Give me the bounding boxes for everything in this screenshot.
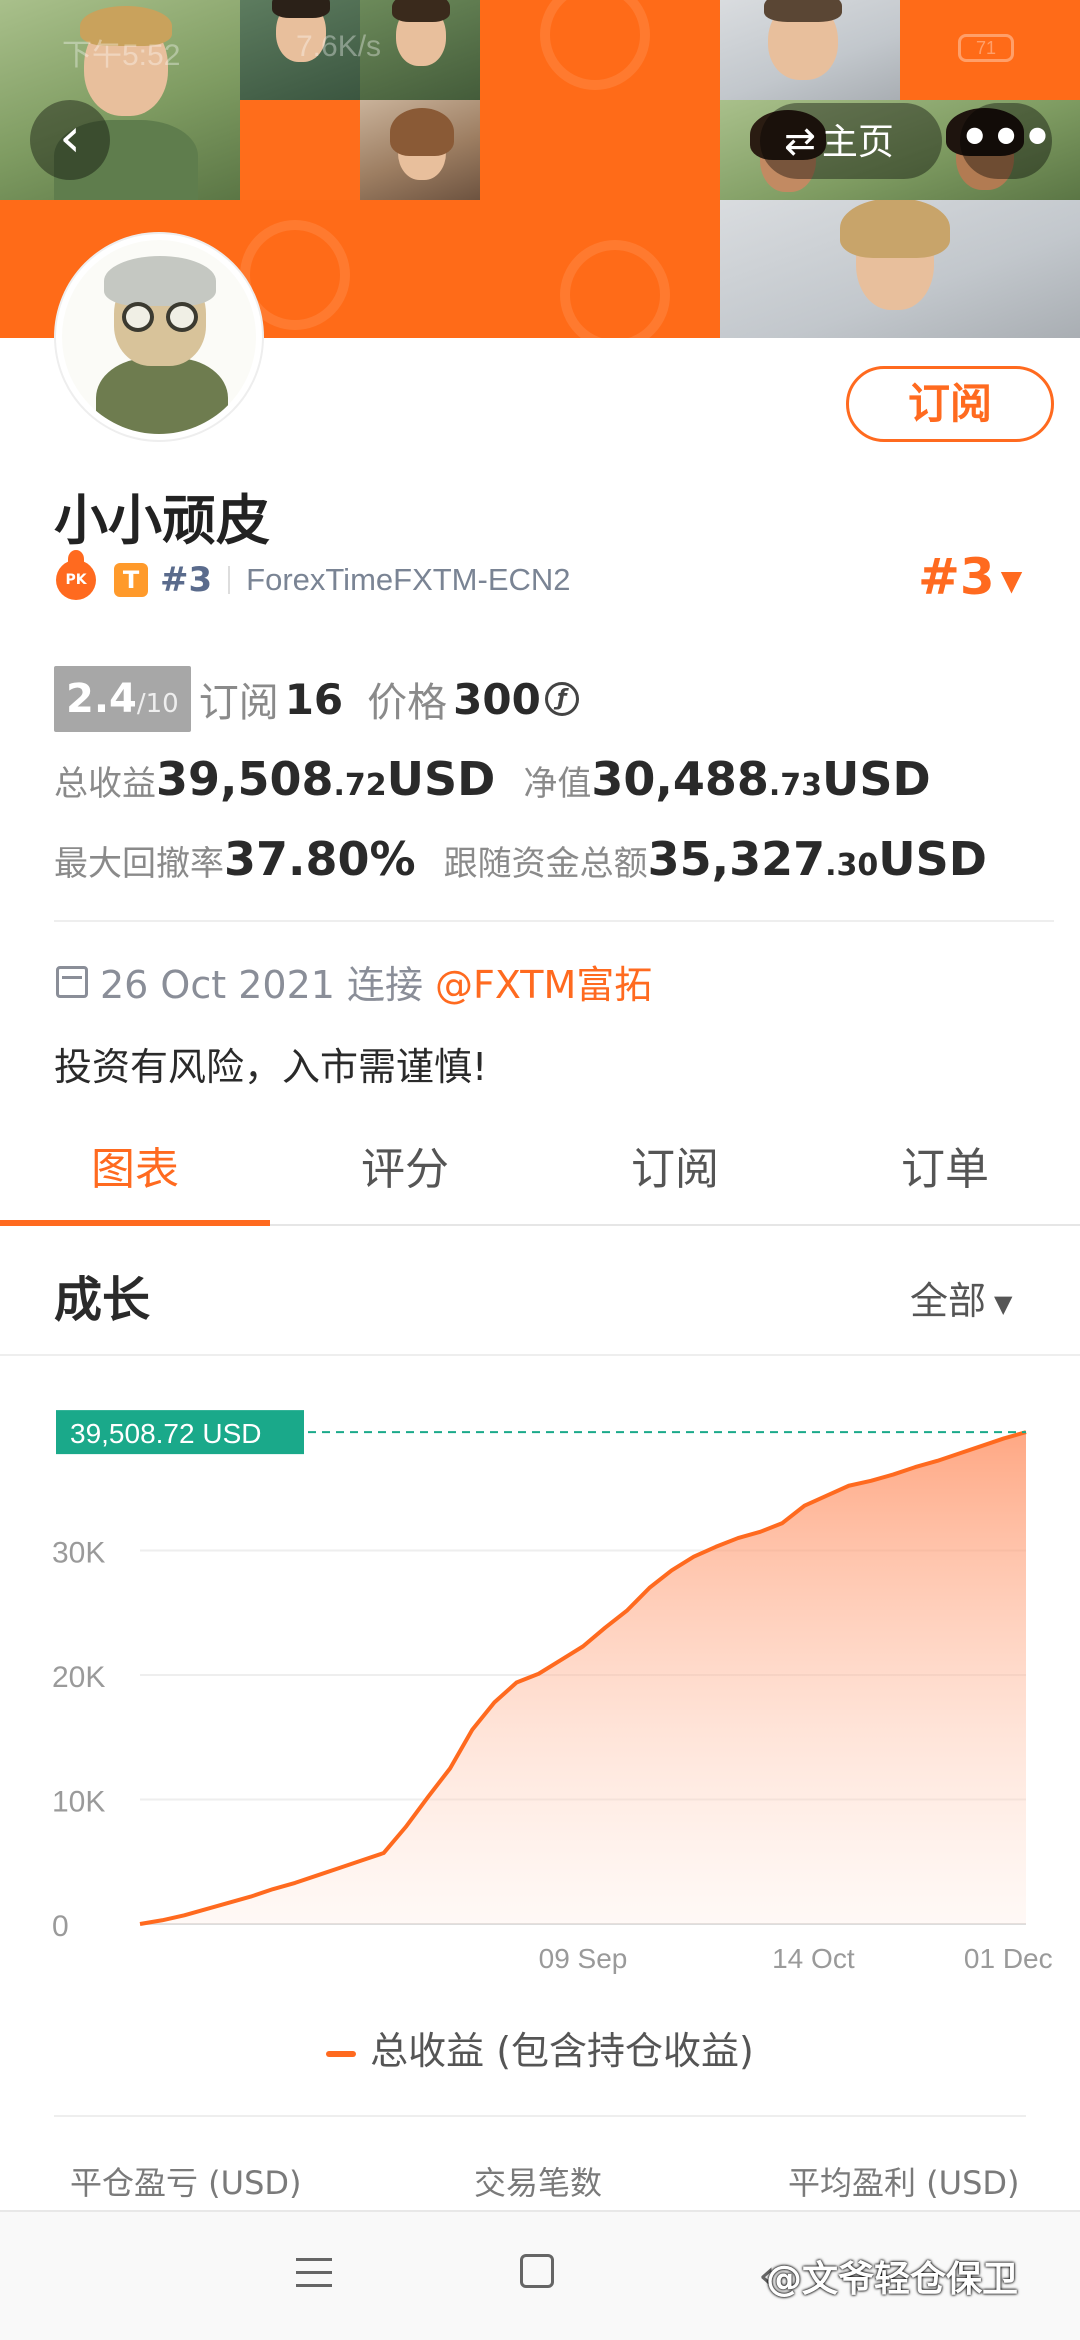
- score-badge: 2.4/10: [54, 666, 191, 732]
- divider: [54, 2115, 1026, 2117]
- chart-legend: 总收益 (包含持仓收益): [0, 2020, 1080, 2075]
- divider: [54, 920, 1054, 922]
- coin-icon: ƒ: [544, 682, 579, 716]
- tab-orders[interactable]: 订单: [810, 1130, 1080, 1224]
- chart-svg: 0 10K 20K 30K 09 Sep 14 Oct 01 Dec 39,508.72 U…: [52, 1410, 1053, 1974]
- caret-down-icon: ▼: [1000, 564, 1023, 597]
- calendar-icon: [56, 965, 88, 998]
- follow-funds-dec: .30: [825, 848, 879, 883]
- x-tick-label: 09 Sep: [539, 1943, 628, 1974]
- growth-header: 成长 全部 ▼: [0, 1228, 1080, 1356]
- broker-link[interactable]: @FXTM富拓: [435, 954, 652, 1009]
- more-dots-icon: •••: [960, 110, 1055, 164]
- follow-funds-label: 跟随资金总额: [443, 844, 648, 884]
- drawdown-label: 最大回撤率: [54, 844, 224, 884]
- total-profit-dec: .72: [333, 768, 387, 803]
- banner-photo: [720, 200, 1080, 338]
- more-button[interactable]: •••: [960, 103, 1052, 179]
- total-profit-int: 39,508: [156, 752, 334, 806]
- status-bar: 下午5:52 7.6K/s 71: [0, 28, 1080, 78]
- divider: [228, 566, 231, 594]
- equity-label: 净值: [523, 764, 592, 804]
- total-profit-label: 总收益: [54, 764, 156, 804]
- watermark: @文爷轻仓保卫: [766, 2259, 1019, 2300]
- equity-unit: USD: [822, 752, 931, 806]
- status-network-speed: 7.6K/s: [296, 30, 382, 63]
- avg-profit-header: 平均盈利 (USD): [788, 2164, 1020, 2202]
- tab-bar: 图表 评分 订阅 订单: [0, 1130, 1080, 1226]
- drawdown-value: 37.80%: [224, 832, 416, 886]
- banner-photo: [360, 100, 480, 200]
- range-select-value: 全部: [910, 1279, 987, 1323]
- badge-row: PK T #3 ForexTimeFXTM-ECN2: [56, 550, 571, 602]
- follow-funds-unit: USD: [878, 832, 987, 886]
- caret-down-icon: ▼: [994, 1289, 1013, 1318]
- status-time: 下午5:52: [62, 39, 181, 72]
- legend-label: 总收益 (包含持仓收益): [370, 2029, 754, 2073]
- menu-icon[interactable]: [296, 2258, 332, 2288]
- legend-swatch: [326, 2050, 357, 2057]
- system-navbar: ‹ @文爷轻仓保卫: [0, 2210, 1080, 2340]
- y-tick-label: 20K: [52, 1661, 105, 1694]
- metric-row-1: 总收益 39,508 .72 USD 净值 30,488 .73 USD: [54, 752, 931, 812]
- battery-icon: 71: [958, 34, 1014, 62]
- broker-server: ForexTimeFXTM-ECN2: [246, 562, 571, 597]
- score-value: 2.4: [66, 676, 137, 722]
- chevron-left-icon: ‹: [59, 106, 81, 169]
- trade-count-header: 交易笔数: [474, 2164, 603, 2202]
- range-select[interactable]: 全部 ▼: [910, 1270, 1012, 1325]
- t-badge-icon: T: [114, 563, 148, 597]
- equity-dec: .73: [768, 768, 823, 803]
- score-max: /10: [136, 689, 179, 719]
- closed-pnl-header: 平仓盈亏 (USD): [70, 2164, 302, 2202]
- tab-chart[interactable]: 图表: [0, 1130, 270, 1226]
- home-button[interactable]: ⇄ 主页: [760, 103, 942, 179]
- swap-icon: ⇄: [784, 119, 816, 163]
- total-profit-unit: USD: [386, 752, 496, 806]
- home-square-icon[interactable]: [520, 2254, 554, 2288]
- score-row: 2.4/10 订阅 16 价格 300 ƒ: [54, 666, 579, 732]
- tab-subscribe[interactable]: 订阅: [540, 1130, 810, 1224]
- subscribe-count: 16: [284, 674, 344, 724]
- join-date: 26 Oct 2021 连接: [100, 963, 424, 1007]
- price-label: 价格: [367, 680, 448, 726]
- join-info: 26 Oct 2021 连接 @FXTM富拓: [56, 954, 652, 1009]
- rank-small: #3: [160, 560, 213, 600]
- series-area: [140, 1432, 1026, 1924]
- equity-int: 30,488: [591, 752, 769, 806]
- x-tick-label: 01 Dec: [964, 1943, 1053, 1974]
- tab-rating[interactable]: 评分: [270, 1130, 540, 1224]
- y-tick-label: 30K: [52, 1537, 105, 1570]
- home-button-label: 主页: [821, 122, 894, 163]
- back-button[interactable]: ‹: [30, 100, 110, 180]
- rank-dropdown[interactable]: #3 ▼: [918, 548, 1022, 606]
- metric-row-2: 最大回撤率 37.80% 跟随资金总额 35,327 .30 USD: [54, 832, 987, 892]
- risk-notice: 投资有风险，入市需谨慎!: [54, 1045, 488, 1089]
- y-tick-label: 10K: [52, 1786, 105, 1819]
- trader-name: 小小顽皮: [54, 489, 270, 552]
- growth-title: 成长: [54, 1272, 151, 1328]
- follow-funds-int: 35,327: [647, 832, 826, 886]
- pk-fire-icon[interactable]: PK: [56, 550, 96, 600]
- rank-big-value: #3: [918, 548, 995, 606]
- subscribe-button[interactable]: 订阅: [846, 366, 1054, 442]
- avatar[interactable]: [56, 234, 262, 440]
- growth-chart[interactable]: 0 10K 20K 30K 09 Sep 14 Oct 01 Dec 39,508.72 U…: [0, 1380, 1080, 2080]
- price-value: 300: [453, 674, 541, 724]
- x-tick-label: 14 Oct: [772, 1943, 855, 1974]
- subscribe-count-label: 订阅: [198, 680, 279, 726]
- y-tick-label: 0: [52, 1910, 69, 1943]
- current-value-label: 39,508.72 USD: [70, 1418, 261, 1449]
